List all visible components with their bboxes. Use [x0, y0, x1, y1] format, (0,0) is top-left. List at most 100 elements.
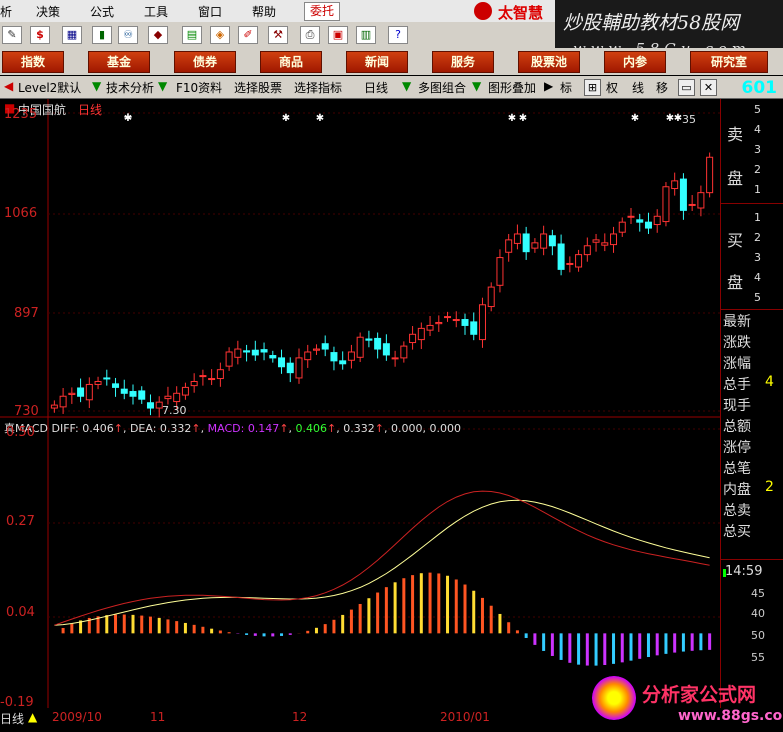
price-tick-4: 730: [14, 404, 39, 419]
period-daily[interactable]: 日线: [364, 79, 388, 96]
candle-body: [391, 357, 399, 360]
menu-decision[interactable]: 决策: [36, 3, 60, 20]
candle-body: [557, 243, 565, 270]
row-current-volume: 现手: [723, 398, 751, 414]
time-tick-2: 40: [751, 607, 765, 620]
candle-body: [688, 203, 696, 206]
alert-icon[interactable]: ◆: [148, 26, 168, 44]
tick-marker: [723, 569, 726, 577]
graph-icon[interactable]: ▤: [182, 26, 202, 44]
dropdown-icon[interactable]: ▼: [92, 79, 101, 93]
nav-index[interactable]: 指数: [2, 51, 64, 73]
edit-icon[interactable]: ✐: [238, 26, 258, 44]
trade-button[interactable]: 委托: [304, 2, 340, 21]
nav-fund[interactable]: 基金: [88, 51, 150, 73]
window-close-icon[interactable]: ✕: [700, 79, 717, 96]
buy-level-4: 4: [754, 271, 761, 284]
triangle-up-icon[interactable]: ▲: [28, 710, 37, 724]
chart-overlay[interactable]: 图形叠加: [488, 79, 536, 96]
menu-analysis[interactable]: 析: [0, 3, 12, 20]
candle-body: [452, 319, 460, 322]
help-icon[interactable]: ?: [388, 26, 408, 44]
print-icon[interactable]: ⎙: [300, 26, 320, 44]
nav-insider[interactable]: 内参: [604, 51, 666, 73]
row-limit-up: 涨停: [723, 440, 751, 456]
candle-body: [697, 192, 705, 209]
crosshair-icon[interactable]: ⊞: [584, 79, 601, 96]
dollar-icon[interactable]: $: [30, 26, 50, 44]
candle-body: [243, 350, 251, 353]
bars-icon[interactable]: ▮: [92, 26, 112, 44]
candle-body: [225, 351, 233, 367]
nav-commodity[interactable]: 商品: [260, 51, 322, 73]
candle-body: [347, 351, 355, 361]
binoculars-icon[interactable]: ♾: [118, 26, 138, 44]
candle-body: [417, 327, 425, 341]
btn-yi[interactable]: 移: [656, 79, 668, 96]
watermark-88gs: 分析家公式网 www.88gs.com: [586, 672, 783, 732]
nav-service[interactable]: 服务: [432, 51, 494, 73]
cross-marker-icon: +: [123, 110, 133, 124]
total-volume-value: 4: [765, 374, 774, 390]
buy-level-2: 2: [754, 231, 761, 244]
arrow-left-icon[interactable]: ◀: [4, 79, 13, 93]
row-total-amount: 总额: [723, 419, 751, 435]
sell-level-3: 3: [754, 143, 761, 156]
pencil-icon[interactable]: ✎: [2, 26, 22, 44]
candle-body: [112, 383, 120, 388]
candle-body: [426, 324, 434, 331]
menu-tools[interactable]: 工具: [144, 3, 168, 20]
select-indicator[interactable]: 选择指标: [294, 79, 342, 96]
watermark2-url: www.88gs.com: [678, 708, 783, 724]
nav-stock-pool[interactable]: 股票池: [518, 51, 580, 73]
candle-body: [295, 357, 303, 379]
candle-body: [478, 304, 486, 341]
row-total-volume: 总手: [723, 377, 751, 393]
nav-news[interactable]: 新闻: [346, 51, 408, 73]
candle-body: [365, 338, 373, 341]
btn-biao[interactable]: 标: [560, 79, 572, 96]
candle-body: [618, 221, 626, 233]
f10-info[interactable]: F10资料: [176, 79, 222, 96]
candle-body: [610, 233, 618, 246]
dropdown-icon[interactable]: ▼: [472, 79, 481, 93]
menu-window[interactable]: 窗口: [198, 3, 222, 20]
macd-tick-1: 0.50: [6, 425, 35, 440]
stock-period: 日线: [78, 103, 103, 117]
diamond-icon[interactable]: ◈: [210, 26, 230, 44]
play-icon[interactable]: ▶: [544, 79, 553, 93]
chart-icon[interactable]: ▦: [62, 26, 82, 44]
candle-body: [644, 221, 652, 229]
tool-icon[interactable]: ⚒: [268, 26, 288, 44]
select-stock[interactable]: 选择股票: [234, 79, 282, 96]
window-icon[interactable]: ▣: [328, 26, 348, 44]
time-label-1: 2009/10: [52, 710, 102, 724]
btn-quan[interactable]: 权: [606, 79, 618, 96]
signal-star-icon: ✱: [316, 113, 324, 124]
tech-analysis[interactable]: 技术分析: [106, 79, 154, 96]
divider: [721, 203, 783, 204]
flower-logo-icon: [592, 676, 636, 720]
candle-body: [251, 349, 259, 356]
row-change-pct: 涨幅: [723, 356, 751, 372]
dropdown-icon[interactable]: ▼: [402, 79, 411, 93]
row-total-sell: 总卖: [723, 503, 751, 519]
nav-bond[interactable]: 债券: [174, 51, 236, 73]
dea-line: [54, 499, 710, 626]
candle-body: [356, 336, 364, 358]
macd-tick-2: 0.27: [6, 514, 35, 529]
menu-help[interactable]: 帮助: [252, 3, 276, 20]
menu-formula[interactable]: 公式: [90, 3, 114, 20]
multi-chart[interactable]: 多图组合: [418, 79, 466, 96]
period-tab[interactable]: 日线: [0, 710, 24, 727]
btn-xian[interactable]: 线: [632, 79, 644, 96]
dropdown-icon[interactable]: ▼: [158, 79, 167, 93]
window-restore-icon[interactable]: ▭: [678, 79, 695, 96]
nav-research[interactable]: 研究室: [690, 51, 768, 73]
books-icon[interactable]: ▥: [356, 26, 376, 44]
macd-v1: 0.406: [295, 422, 328, 435]
candle-body: [566, 262, 574, 265]
level2-default[interactable]: Level2默认: [18, 79, 81, 96]
chart-area[interactable]: ✱ ✱ ✱ ✱ ✱ ✱ ✱ ✱ + ■ 中国国航 日线 1235 1066 897 730 7.…: [0, 99, 720, 716]
candle-body: [190, 380, 198, 387]
